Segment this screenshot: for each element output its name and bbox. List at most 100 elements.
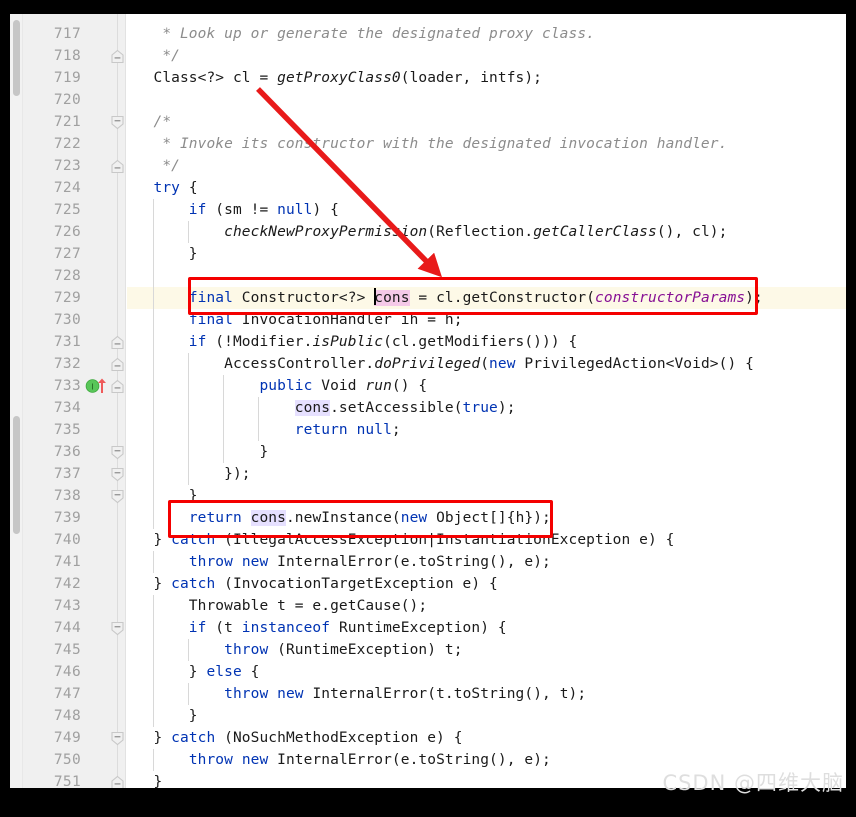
code-token: public (259, 378, 313, 394)
code-line[interactable]: final Constructor<?> cons = cl.getConstr… (127, 287, 846, 309)
line-number: 726 (53, 224, 81, 240)
indent-guide (223, 419, 224, 441)
fold-toggle-icon[interactable] (110, 115, 125, 130)
fold-toggle-icon[interactable] (110, 357, 125, 372)
indent-guide (153, 441, 154, 463)
code-line[interactable]: try { (127, 177, 846, 199)
code-line[interactable]: cons.setAccessible(true); (127, 397, 846, 419)
fold-toggle-icon[interactable] (110, 775, 125, 788)
indent-guide (153, 397, 154, 419)
line-number: 728 (53, 268, 81, 284)
code-line[interactable]: * Look up or generate the designated pro… (127, 23, 846, 45)
line-number: 720 (53, 92, 81, 108)
code-token: (Reflection. (427, 224, 534, 240)
indent-guide (258, 397, 259, 419)
code-line[interactable]: } catch (IllegalAccessException|Instanti… (127, 529, 846, 551)
line-number: 750 (53, 752, 81, 768)
csdn-watermark: CSDN @四维大脑 (662, 771, 844, 795)
code-editor-panel[interactable]: 717 718 719 720 721 722 723 724 725 726 727 728 729 7… (10, 14, 846, 788)
indent-guide (153, 551, 154, 573)
fold-toggle-icon[interactable] (110, 445, 125, 460)
code-line[interactable]: }); (127, 463, 846, 485)
fold-toggle-icon[interactable] (110, 467, 125, 482)
code-line[interactable]: throw (RuntimeException) t; (127, 639, 846, 661)
line-number: 721 (53, 114, 81, 130)
code-token: (sm != (206, 202, 278, 218)
line-number: 734 (53, 400, 81, 416)
fold-toggle-icon[interactable] (110, 731, 125, 746)
line-number: 739 (53, 510, 81, 526)
indent-guide (153, 595, 154, 617)
line-number: 741 (53, 554, 81, 570)
code-token: } (127, 708, 198, 724)
fold-toggle-icon[interactable] (110, 159, 125, 174)
code-line[interactable]: throw new InternalError(t.toString(), t)… (127, 683, 846, 705)
line-number: 738 (53, 488, 81, 504)
line-number: 740 (53, 532, 81, 548)
code-line[interactable]: AccessController.doPrivileged(new Privil… (127, 353, 846, 375)
implemented-method-icon[interactable]: I (85, 378, 111, 394)
code-line[interactable]: } (127, 441, 846, 463)
code-line[interactable]: } catch (InvocationTargetException e) { (127, 573, 846, 595)
code-token: new (241, 752, 269, 768)
code-token: } (127, 730, 172, 746)
code-token: * Look up or generate the designated pro… (127, 26, 595, 42)
code-line[interactable]: } catch (NoSuchMethodException e) { (127, 727, 846, 749)
code-line[interactable]: if (t instanceof RuntimeException) { (127, 617, 846, 639)
code-line[interactable]: throw new InternalError(e.toString(), e)… (127, 551, 846, 573)
code-token: Void (312, 378, 366, 394)
code-line[interactable]: final InvocationHandler ih = h; (127, 309, 846, 331)
code-line[interactable]: Class<?> cl = getProxyClass0(loader, int… (127, 67, 846, 89)
code-line[interactable]: } (127, 243, 846, 265)
code-token: (!Modifier. (206, 334, 313, 350)
code-token: * Invoke its constructor with the design… (127, 136, 728, 152)
fold-toggle-icon[interactable] (110, 489, 125, 504)
indent-guide (153, 287, 154, 309)
code-line[interactable]: if (!Modifier.isPublic(cl.getModifiers()… (127, 331, 846, 353)
fold-toggle-icon[interactable] (110, 335, 125, 350)
line-number: 748 (53, 708, 81, 724)
code-line[interactable] (127, 265, 846, 287)
code-line[interactable]: return null; (127, 419, 846, 441)
code-token: } (127, 246, 198, 262)
code-token: } (127, 532, 172, 548)
indent-guide (153, 463, 154, 485)
code-token: AccessController. (127, 356, 375, 372)
code-line[interactable]: Throwable t = e.getCause(); (127, 595, 846, 617)
code-line[interactable]: * Invoke its constructor with the design… (127, 133, 846, 155)
scrollbar-thumb-bottom[interactable] (13, 416, 20, 534)
code-token: */ (127, 158, 180, 174)
line-number: 718 (53, 48, 81, 64)
code-line[interactable]: */ (127, 155, 846, 177)
line-number: 736 (53, 444, 81, 460)
code-token: new (489, 356, 516, 372)
fold-toggle-icon[interactable] (110, 379, 125, 394)
code-line[interactable]: return cons.newInstance(new Object[]{h})… (127, 507, 846, 529)
editor-scrollbar[interactable] (10, 14, 23, 788)
code-token: checkNewProxyPermission (224, 224, 428, 240)
code-token: true (462, 400, 498, 416)
line-number: 747 (53, 686, 81, 702)
code-line[interactable]: } (127, 705, 846, 727)
code-line[interactable]: /* (127, 111, 846, 133)
fold-toggle-icon[interactable] (110, 621, 125, 636)
code-line[interactable]: checkNewProxyPermission(Reflection.getCa… (127, 221, 846, 243)
line-number: 743 (53, 598, 81, 614)
code-line[interactable]: public Void run() { (127, 375, 846, 397)
code-line[interactable]: } (127, 485, 846, 507)
indent-guide (153, 265, 154, 287)
code-token: getProxyClass0 (277, 70, 401, 86)
code-line[interactable]: } else { (127, 661, 846, 683)
code-line[interactable] (127, 89, 846, 111)
scrollbar-thumb-top[interactable] (13, 20, 20, 96)
code-line[interactable]: */ (127, 45, 846, 67)
code-line[interactable]: if (sm != null) { (127, 199, 846, 221)
code-content-area[interactable]: * Look up or generate the designated pro… (127, 14, 846, 788)
fold-toggle-icon[interactable] (110, 49, 125, 64)
editor-gutter[interactable]: 717 718 719 720 721 722 723 724 725 726 727 728 729 7… (23, 14, 126, 788)
